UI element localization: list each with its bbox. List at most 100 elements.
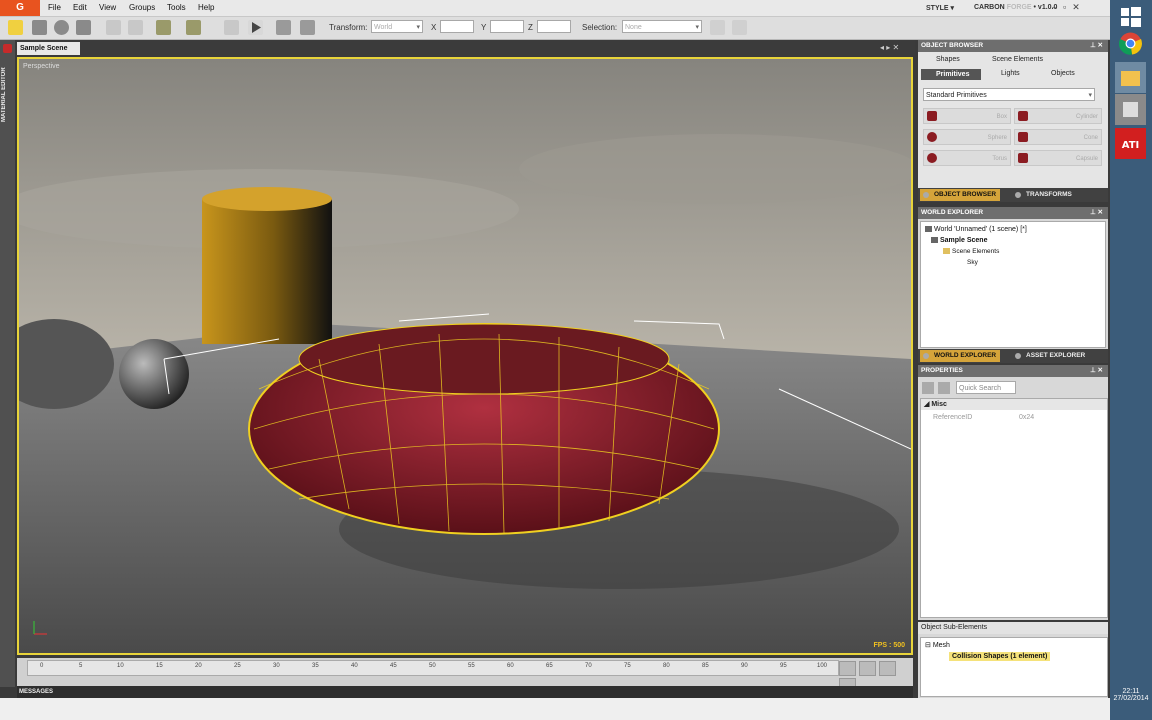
tree-sky[interactable]: Sky <box>967 259 978 266</box>
primitive-label: Cone <box>1083 135 1098 141</box>
primitive-box-button[interactable]: Box <box>923 108 1011 124</box>
tab-shapes[interactable]: Shapes <box>936 56 960 63</box>
stop-button[interactable] <box>859 661 876 676</box>
cylinder-icon <box>1018 111 1028 121</box>
z-field[interactable] <box>537 20 571 33</box>
tab-transforms[interactable]: TRANSFORMS <box>1012 189 1076 201</box>
torus-icon <box>927 153 937 163</box>
physics-icon[interactable] <box>224 20 239 35</box>
terrain-tool-icon[interactable] <box>156 20 171 35</box>
world-icon <box>925 226 932 233</box>
tree-collision-shapes[interactable]: Collision Shapes (1 element) <box>949 652 1051 661</box>
messages-button[interactable]: MESSAGES <box>19 686 53 698</box>
tab-object-browser[interactable]: OBJECT BROWSER <box>920 189 1001 201</box>
tab-scene-elements[interactable]: Scene Elements <box>992 56 1043 63</box>
window-controls[interactable]: –▫✕ <box>1052 2 1086 13</box>
object-browser-footer: OBJECT BROWSER TRANSFORMS <box>918 188 1108 202</box>
tick-label: 55 <box>468 663 475 669</box>
tick-label: 30 <box>273 663 280 669</box>
menu-file[interactable]: File <box>48 3 61 12</box>
select-cursor-icon[interactable] <box>710 20 725 35</box>
play-button[interactable] <box>839 661 856 676</box>
material-editor-tab[interactable]: MATERIAL EDITOR <box>1 60 14 130</box>
select-region-icon[interactable] <box>732 20 747 35</box>
menu-view[interactable]: View <box>99 3 116 12</box>
tab-objects[interactable]: Objects <box>1051 70 1075 77</box>
properties-grid: ◢ Misc ReferenceID 0x24 <box>920 398 1108 618</box>
x-field[interactable] <box>440 20 474 33</box>
primitive-capsule-button[interactable]: Capsule <box>1014 150 1102 166</box>
ati-icon[interactable]: ATI <box>1115 128 1146 159</box>
reference-id-label: ReferenceID <box>933 414 973 421</box>
viewport-nav-arrows[interactable]: ◂ ▸ ✕ <box>880 43 899 52</box>
camera-icon[interactable] <box>300 20 315 35</box>
rotate-tool-icon[interactable] <box>54 20 69 35</box>
svg-text:ATI: ATI <box>1122 140 1140 151</box>
box-icon <box>927 111 937 121</box>
tree-world[interactable]: World 'Unnamed' (1 scene) [*] <box>925 226 1027 233</box>
primitive-cylinder-button[interactable]: Cylinder <box>1014 108 1102 124</box>
select-tool-icon[interactable] <box>8 20 23 35</box>
pin-close-icon[interactable]: ⊥ ✕ <box>1090 40 1103 52</box>
clock-date: 27/02/2014 <box>1113 695 1149 702</box>
primitives-dropdown[interactable]: Standard Primitives <box>923 88 1095 102</box>
sort-alpha-icon[interactable] <box>938 382 950 394</box>
tab-primitives[interactable]: Primitives <box>921 69 981 80</box>
pin-close-icon[interactable]: ⊥ ✕ <box>1090 207 1103 219</box>
world-explorer-title: WORLD EXPLORER <box>921 209 984 216</box>
sphere-object[interactable] <box>119 339 189 409</box>
system-clock[interactable]: 22:11 27/02/2014 <box>1110 688 1152 702</box>
brand-main: CARBON <box>974 4 1005 11</box>
tree-sample-scene[interactable]: Sample Scene <box>931 237 987 244</box>
cone-icon <box>1018 132 1028 142</box>
timeline-ruler[interactable]: 0 5 10 15 20 25 30 35 40 45 50 55 60 65 … <box>27 660 839 676</box>
app-logo-button[interactable]: G <box>0 0 40 16</box>
tick-label: 45 <box>390 663 397 669</box>
quick-search-input[interactable]: Quick Search <box>956 381 1016 394</box>
reference-id-value: 0x24 <box>1019 414 1035 421</box>
pin-close-icon[interactable]: ⊥ ✕ <box>1090 365 1103 377</box>
close-icon[interactable] <box>3 44 12 53</box>
cylinder-object[interactable] <box>202 199 332 344</box>
scene-icon <box>931 237 938 244</box>
menu-groups[interactable]: Groups <box>129 3 155 12</box>
chrome-icon[interactable] <box>1115 28 1146 59</box>
sub-elements-panel: Object Sub-Elements ⊟ Mesh Collision Sha… <box>918 622 1108 698</box>
key-button[interactable] <box>879 661 896 676</box>
primitive-sphere-button[interactable]: Sphere <box>923 129 1011 145</box>
primitive-cone-button[interactable]: Cone <box>1014 129 1102 145</box>
play-icon[interactable] <box>248 20 263 35</box>
style-menu[interactable]: STYLE ▾ <box>926 4 954 12</box>
section-misc[interactable]: ◢ Misc <box>921 399 1107 410</box>
menu-help[interactable]: Help <box>198 3 214 12</box>
unlink-icon[interactable] <box>128 20 143 35</box>
tab-sample-scene[interactable]: Sample Scene <box>17 42 80 55</box>
tick-label: 25 <box>234 663 241 669</box>
y-field[interactable] <box>490 20 524 33</box>
scale-tool-icon[interactable] <box>76 20 91 35</box>
link-icon[interactable] <box>106 20 121 35</box>
tab-world-explorer[interactable]: WORLD EXPLORER <box>920 350 1001 362</box>
tree-mesh[interactable]: ⊟ Mesh <box>925 641 950 649</box>
move-tool-icon[interactable] <box>32 20 47 35</box>
tick-label: 40 <box>351 663 358 669</box>
world-explorer-panel: WORLD EXPLORER ⊥ ✕ World 'Unnamed' (1 sce… <box>918 207 1108 363</box>
carbon-forge-icon[interactable] <box>1115 94 1146 125</box>
tick-label: 80 <box>663 663 670 669</box>
tree-world-label: World 'Unnamed' (1 scene) [*] <box>934 226 1027 233</box>
tab-lights[interactable]: Lights <box>1001 70 1020 77</box>
sort-category-icon[interactable] <box>922 382 934 394</box>
menu-edit[interactable]: Edit <box>73 3 87 12</box>
tab-asset-explorer[interactable]: ASSET EXPLORER <box>1012 350 1089 362</box>
menu-tools[interactable]: Tools <box>167 3 186 12</box>
clock-time: 22:11 <box>1122 688 1140 695</box>
paint-tool-icon[interactable] <box>186 20 201 35</box>
selection-select[interactable]: None <box>622 20 702 34</box>
snap-icon[interactable] <box>276 20 291 35</box>
transform-space-select[interactable]: World <box>371 20 423 34</box>
primitive-torus-button[interactable]: Torus <box>923 150 1011 166</box>
file-explorer-icon[interactable] <box>1115 62 1146 93</box>
tree-scene-elements[interactable]: Scene Elements <box>943 248 999 255</box>
3d-viewport[interactable]: Perspective FPS : 500 <box>17 57 913 655</box>
timeline: 0 5 10 15 20 25 30 35 40 45 50 55 60 65 … <box>17 658 913 693</box>
